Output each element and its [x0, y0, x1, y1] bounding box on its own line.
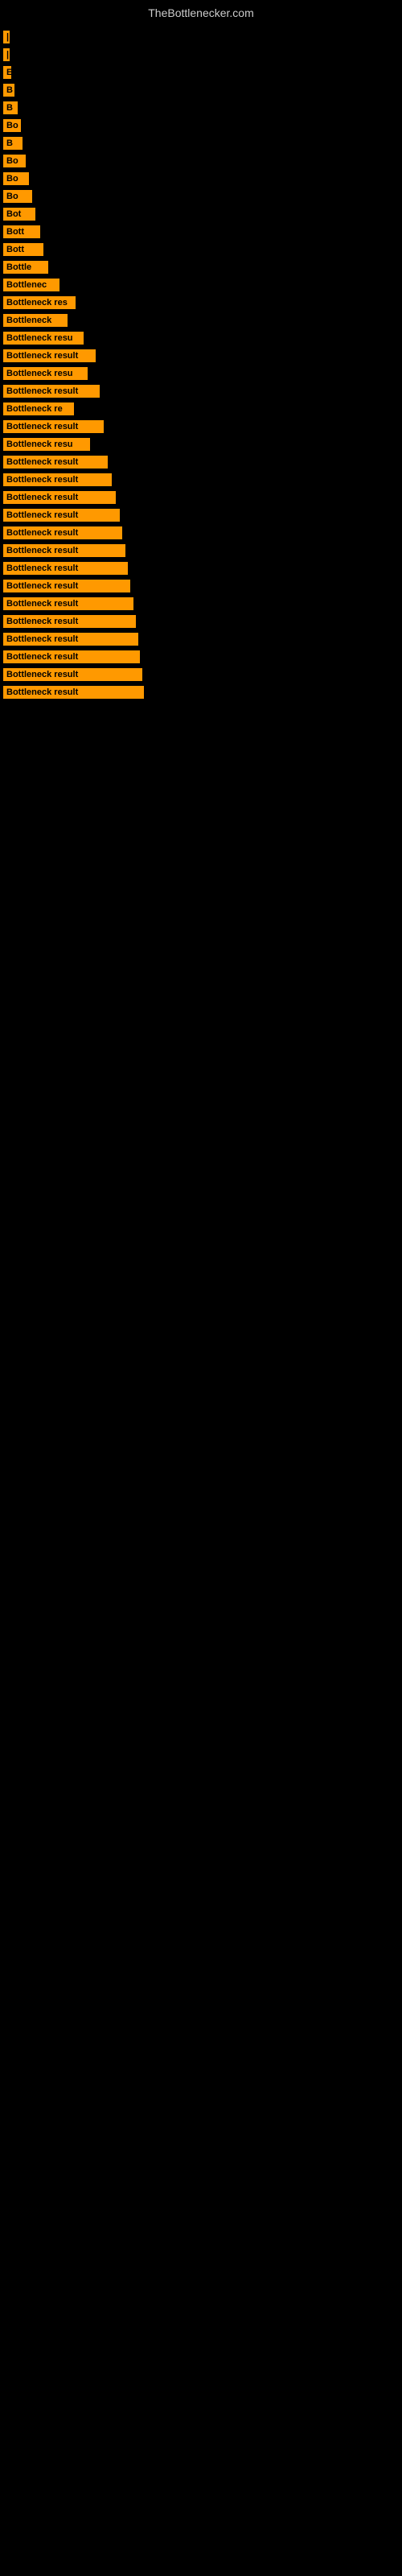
- bar-row: Bottleneck result: [0, 544, 402, 557]
- bar-label: Bo: [3, 155, 26, 167]
- bar-label: Bottleneck result: [3, 349, 96, 362]
- bar-label: Bott: [3, 225, 40, 238]
- bar-label: |: [3, 48, 10, 61]
- bar-label: Bottleneck resu: [3, 438, 90, 451]
- bar-row: Bottleneck: [0, 314, 402, 327]
- bar-label: Bottleneck result: [3, 526, 122, 539]
- bar-label: E: [3, 66, 11, 79]
- bar-row: Bo: [0, 155, 402, 167]
- bar-label: Bottle: [3, 261, 48, 274]
- site-title-container: TheBottlenecker.com: [0, 0, 402, 23]
- bar-label: Bottleneck re: [3, 402, 74, 415]
- bars-container: ||EBBBoBBoBoBoBotBottBottBottleBottlenec…: [0, 23, 402, 699]
- bar-row: Bottleneck result: [0, 526, 402, 539]
- bar-row: B: [0, 137, 402, 150]
- bar-label: B: [3, 84, 14, 97]
- bar-label: Bottleneck: [3, 314, 68, 327]
- bar-label: Bottleneck result: [3, 473, 112, 486]
- bar-label: Bo: [3, 119, 21, 132]
- bar-row: Bottleneck result: [0, 633, 402, 646]
- bar-row: Bottleneck resu: [0, 332, 402, 345]
- bar-label: Bott: [3, 243, 43, 256]
- bar-row: Bottleneck result: [0, 385, 402, 398]
- bar-label: B: [3, 137, 23, 150]
- bar-label: Bottleneck resu: [3, 367, 88, 380]
- site-title: TheBottlenecker.com: [0, 0, 402, 23]
- bar-row: Bott: [0, 243, 402, 256]
- bar-label: Bottleneck result: [3, 597, 133, 610]
- bar-row: Bot: [0, 208, 402, 221]
- bar-label: Bottleneck result: [3, 456, 108, 469]
- bar-label: Bottleneck result: [3, 420, 104, 433]
- bar-row: Bottleneck result: [0, 597, 402, 610]
- bar-row: Bottleneck re: [0, 402, 402, 415]
- bar-label: Bottleneck result: [3, 544, 125, 557]
- bar-label: Bottleneck result: [3, 633, 138, 646]
- bar-label: Bottleneck result: [3, 562, 128, 575]
- bar-row: |: [0, 31, 402, 43]
- bar-row: Bo: [0, 190, 402, 203]
- bar-row: Bottleneck result: [0, 562, 402, 575]
- bar-label: Bottlenec: [3, 279, 59, 291]
- bar-label: Bottleneck result: [3, 580, 130, 592]
- bar-row: Bottleneck result: [0, 491, 402, 504]
- bar-row: Bottleneck resu: [0, 438, 402, 451]
- bar-label: Bot: [3, 208, 35, 221]
- bar-row: B: [0, 101, 402, 114]
- bar-row: Bottleneck result: [0, 349, 402, 362]
- bar-row: Bottleneck result: [0, 615, 402, 628]
- bar-label: Bottleneck result: [3, 491, 116, 504]
- bar-row: B: [0, 84, 402, 97]
- bar-label: Bottleneck res: [3, 296, 76, 309]
- bar-row: Bo: [0, 119, 402, 132]
- bar-label: Bottleneck result: [3, 686, 144, 699]
- bar-row: Bottleneck result: [0, 420, 402, 433]
- bar-row: Bottleneck result: [0, 456, 402, 469]
- bar-label: B: [3, 101, 18, 114]
- bar-label: Bottleneck result: [3, 385, 100, 398]
- bar-label: Bottleneck result: [3, 509, 120, 522]
- bar-row: Bottleneck result: [0, 473, 402, 486]
- bar-label: Bottleneck result: [3, 668, 142, 681]
- bar-label: Bo: [3, 172, 29, 185]
- bar-label: |: [3, 31, 10, 43]
- bar-row: E: [0, 66, 402, 79]
- bar-label: Bo: [3, 190, 32, 203]
- bar-row: Bottleneck result: [0, 650, 402, 663]
- bar-row: Bottleneck result: [0, 668, 402, 681]
- bar-row: Bottleneck result: [0, 509, 402, 522]
- bar-row: Bottleneck res: [0, 296, 402, 309]
- bar-row: Bottleneck resu: [0, 367, 402, 380]
- bar-row: Bottle: [0, 261, 402, 274]
- bar-row: Bottlenec: [0, 279, 402, 291]
- bar-label: Bottleneck result: [3, 615, 136, 628]
- bar-row: |: [0, 48, 402, 61]
- bar-label: Bottleneck resu: [3, 332, 84, 345]
- bar-label: Bottleneck result: [3, 650, 140, 663]
- bar-row: Bott: [0, 225, 402, 238]
- bar-row: Bottleneck result: [0, 686, 402, 699]
- bar-row: Bottleneck result: [0, 580, 402, 592]
- bar-row: Bo: [0, 172, 402, 185]
